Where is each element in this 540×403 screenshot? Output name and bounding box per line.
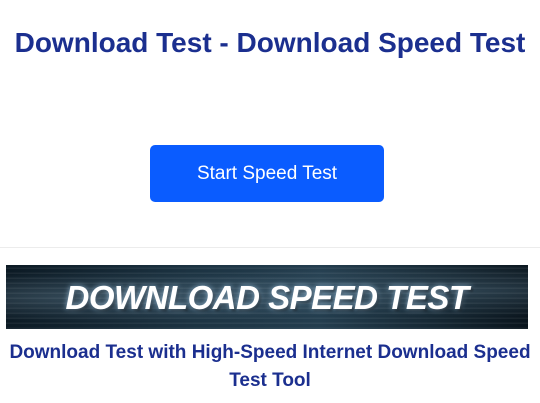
start-speed-test-button[interactable]: Start Speed Test <box>150 145 384 202</box>
page-title: Download Test - Download Speed Test <box>14 27 526 58</box>
banner-image: DOWNLOAD SPEED TEST <box>6 265 528 329</box>
image-caption: Download Test with High-Speed Internet D… <box>9 342 531 391</box>
divider <box>0 247 540 248</box>
page: Download Test - Download Speed Test Star… <box>0 0 540 403</box>
banner-text: DOWNLOAD SPEED TEST <box>65 279 469 316</box>
